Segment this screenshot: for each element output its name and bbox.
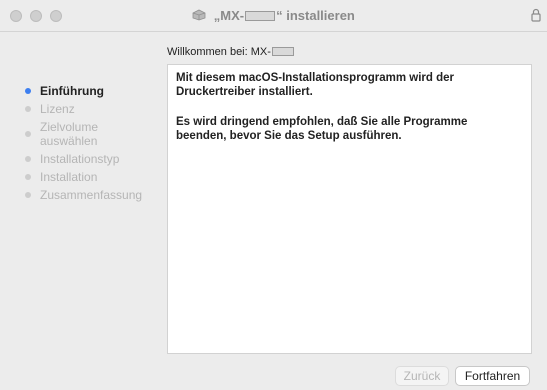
step-introduction: Einführung xyxy=(25,84,165,98)
step-indicator xyxy=(25,106,31,112)
step-summary: Zusammenfassung xyxy=(25,188,165,202)
step-license: Lizenz xyxy=(25,102,165,116)
step-label-line2: auswählen xyxy=(40,134,98,148)
installer-window: „MX- “ installieren Willkommen bei: MX- E… xyxy=(0,0,547,390)
step-indicator xyxy=(25,131,31,137)
intro-paragraph: Mit diesem macOS-Installationsprogramm w… xyxy=(176,71,516,99)
step-installation: Installation xyxy=(25,170,165,184)
title-prefix: „MX- xyxy=(213,8,245,23)
welcome-text: Willkommen bei: MX- xyxy=(167,46,271,58)
content-panel: Mit diesem macOS-Installationsprogramm w… xyxy=(167,64,532,354)
step-label: Einführung xyxy=(40,84,104,98)
redacted-block xyxy=(271,47,294,56)
title-suffix: “ installieren xyxy=(276,8,355,23)
recommendation-paragraph: Es wird dringend empfohlen, daß Sie alle… xyxy=(176,115,516,143)
step-label: Lizenz xyxy=(40,102,75,116)
title-bar: „MX- “ installieren xyxy=(0,0,547,32)
step-label: Zusammenfassung xyxy=(40,188,143,202)
package-icon xyxy=(192,9,206,21)
recommendation-line-2: beenden, bevor Sie das Setup ausführen. xyxy=(176,130,402,142)
step-label: Installation xyxy=(40,170,98,184)
step-label: Installationstyp xyxy=(40,152,120,166)
continue-button[interactable]: Fortfahren xyxy=(455,366,530,386)
step-label: Zielvolume xyxy=(40,120,99,134)
window-title: „MX- “ installieren xyxy=(0,8,547,23)
step-installation-type: Installationstyp xyxy=(25,152,165,166)
welcome-heading: Willkommen bei: MX- xyxy=(167,46,295,58)
step-indicator xyxy=(25,174,31,180)
lock-icon xyxy=(531,8,541,22)
back-button[interactable]: Zurück xyxy=(395,366,449,386)
recommendation-line-1: Es wird dringend empfohlen, daß Sie alle… xyxy=(176,116,468,128)
step-indicator xyxy=(25,192,31,198)
step-destination: Zielvolume auswählen xyxy=(25,120,165,148)
step-indicator xyxy=(25,88,31,94)
intro-line-2: Druckertreiber installiert. xyxy=(176,86,313,98)
intro-line-1: Mit diesem macOS-Installationsprogramm w… xyxy=(176,72,454,84)
step-indicator xyxy=(25,156,31,162)
redacted-block xyxy=(245,11,276,21)
installer-steps: Einführung Lizenz Zielvolume auswählen I… xyxy=(25,84,165,202)
